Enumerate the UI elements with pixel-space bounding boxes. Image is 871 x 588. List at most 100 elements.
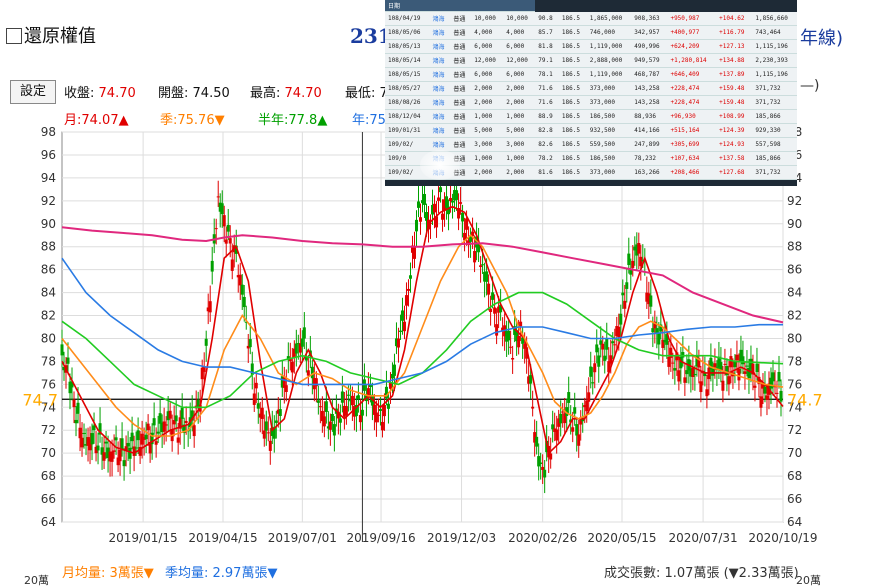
overlay-cell: 373,000	[586, 165, 632, 180]
candle-body	[72, 399, 76, 408]
overlay-cell: +116.79	[716, 25, 753, 40]
candle-body	[573, 407, 577, 414]
high-value: 74.70	[284, 86, 322, 101]
overlay-cell: 108/08/26	[385, 95, 430, 110]
y-tick-label-right: 80	[787, 331, 802, 345]
candle-body	[120, 438, 124, 450]
y-tick-label-right: 86	[787, 263, 802, 277]
candle-body	[681, 352, 685, 358]
open-quote: 開盤: 74.50	[158, 82, 230, 101]
overlay-cell: +400,977	[667, 25, 717, 40]
overlay-header-cell: 日期	[385, 0, 430, 12]
candle-body	[449, 197, 453, 202]
candle-body	[328, 421, 332, 430]
candle-body	[208, 301, 212, 313]
candle-body	[130, 432, 134, 442]
overlay-cell: 373,000	[586, 81, 632, 96]
overlay-cell: 143,258	[631, 81, 668, 96]
overlay-cell: 2,000	[503, 95, 536, 110]
restore-checkbox[interactable]	[6, 28, 22, 44]
candle-body	[737, 368, 741, 381]
overlay-cell: 186.5	[558, 25, 587, 40]
overlay-cell: 186.5	[558, 165, 587, 180]
candle-body	[511, 357, 515, 360]
y-tick-label-left: 96	[41, 148, 56, 162]
candle-body	[479, 265, 483, 267]
overlay-cell: 185,866	[752, 151, 797, 166]
candle-body	[423, 193, 427, 205]
overlay-cell: 1,000	[471, 151, 504, 166]
candle-body	[693, 374, 697, 376]
overlay-header-row: 日期	[385, 0, 797, 12]
overlay-cell: 71.6	[535, 81, 559, 96]
overlay-cell: 186.5	[558, 123, 587, 138]
overlay-cell: 普通	[450, 81, 472, 96]
candle-body	[575, 424, 579, 436]
overlay-cell: 186.5	[558, 39, 587, 54]
overlay-cell: 鴻海	[429, 39, 451, 54]
candle-body	[380, 421, 384, 431]
candle-body	[262, 430, 266, 439]
overlay-cell: 342,957	[631, 25, 668, 40]
candle-body	[603, 355, 607, 361]
overlay-cell: +108.99	[716, 109, 753, 124]
overlay-cell: 78,232	[631, 151, 668, 166]
open-value: 74.50	[192, 86, 230, 101]
settings-button[interactable]: 設定	[10, 80, 56, 104]
candle-body	[611, 341, 615, 344]
candle-body	[144, 434, 148, 440]
overlay-cell: 1,865,000	[586, 11, 632, 26]
overlay-cell: 108/05/14	[385, 53, 430, 68]
x-tick-label: 2019/04/15	[188, 531, 257, 545]
candle-body	[226, 224, 230, 232]
y-tick-label-right: 92	[787, 194, 802, 208]
candle-body	[110, 451, 114, 462]
candle-body	[260, 407, 264, 419]
candle-body	[621, 292, 625, 296]
candle-body	[507, 330, 511, 341]
candle-body	[745, 365, 749, 367]
overlay-cell: 82.8	[535, 123, 559, 138]
open-label: 開盤:	[158, 86, 189, 101]
overlay-cell: 247,899	[631, 137, 668, 152]
candle-body	[465, 218, 469, 230]
overlay-cell: 2,000	[471, 81, 504, 96]
candle-body	[230, 259, 234, 271]
overlay-cell: +124.39	[716, 123, 753, 138]
candle-body	[300, 338, 304, 347]
candle-body	[683, 377, 687, 383]
overlay-cell: 88.9	[535, 109, 559, 124]
candle-body	[619, 313, 623, 325]
candle-body	[493, 307, 497, 314]
overlay-row: 108/04/19 鴻海 普通 10,000 10,000 90.8 186.5 1,865,…	[385, 11, 797, 26]
overlay-cell: 90.8	[535, 11, 559, 26]
y-tick-label-right: 68	[787, 469, 802, 483]
candle-body	[601, 343, 605, 350]
overlay-cell: 1,000	[503, 151, 536, 166]
candle-body	[128, 447, 132, 459]
candle-body	[180, 407, 184, 419]
month-volume-avg: 月均量: 3萬張▼	[62, 566, 154, 581]
current-price-label-right: 74.7	[787, 390, 823, 409]
y-tick-label-left: 70	[41, 446, 56, 460]
y-tick-label-left: 94	[41, 171, 56, 185]
candle-body	[322, 416, 326, 427]
overlay-cell: +127.13	[716, 39, 753, 54]
low-label: 最低:	[345, 86, 376, 101]
candle-body	[264, 421, 268, 431]
candle-body	[637, 242, 641, 254]
candle-body	[455, 190, 459, 200]
candle-body	[743, 371, 747, 374]
candle-body	[254, 382, 258, 389]
candle-body	[80, 437, 84, 448]
candle-body	[699, 381, 703, 393]
candle-body	[625, 282, 629, 289]
overlay-cell: 186.5	[558, 151, 587, 166]
overlay-cell: +159.48	[716, 95, 753, 110]
candle-body	[489, 308, 493, 313]
overlay-cell: +134.88	[716, 53, 753, 68]
candle-body	[398, 330, 402, 332]
overlay-cell: 373,000	[586, 95, 632, 110]
overlay-cell: 鴻海	[429, 109, 451, 124]
overlay-cell: +159.48	[716, 81, 753, 96]
